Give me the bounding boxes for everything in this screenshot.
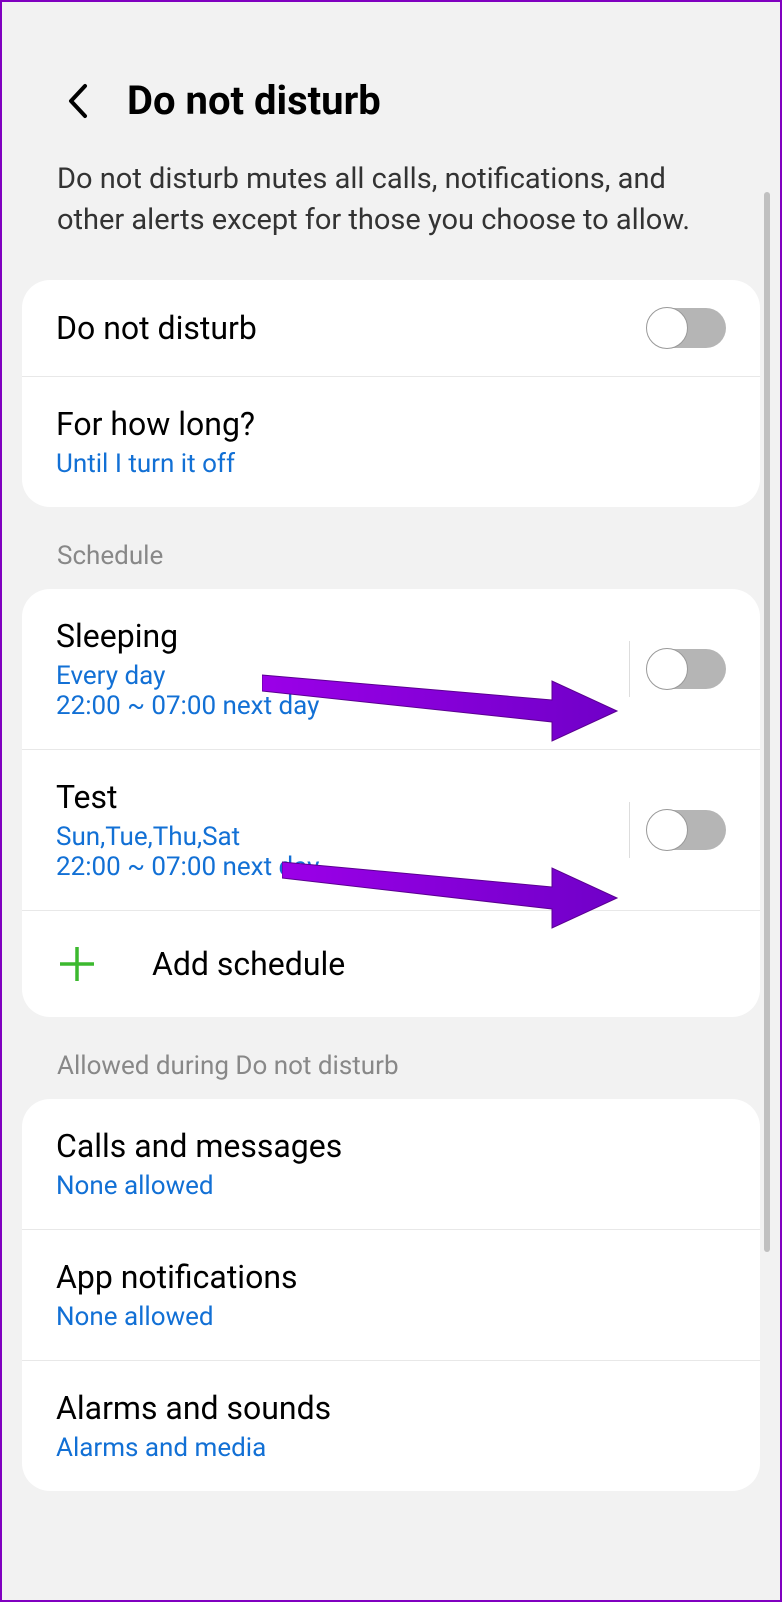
divider: [629, 641, 630, 697]
duration-row[interactable]: For how long? Until I turn it off: [22, 377, 760, 507]
apps-value: None allowed: [56, 1302, 726, 1332]
duration-label: For how long?: [56, 405, 726, 443]
alarms-label: Alarms and sounds: [56, 1389, 726, 1427]
main-settings-card: Do not disturb For how long? Until I tur…: [22, 280, 760, 507]
schedule-section-label: Schedule: [2, 507, 780, 589]
page-description: Do not disturb mutes all calls, notifica…: [2, 144, 780, 280]
schedule-row-test[interactable]: Test Sun,Tue,Thu,Sat 22:00 ~ 07:00 next …: [22, 750, 760, 911]
schedule-time: 22:00 ~ 07:00 next day: [56, 691, 611, 721]
apps-label: App notifications: [56, 1258, 726, 1296]
dnd-toggle-label: Do not disturb: [56, 309, 648, 347]
dnd-toggle-row[interactable]: Do not disturb: [22, 280, 760, 377]
test-toggle[interactable]: [648, 810, 726, 850]
divider: [629, 802, 630, 858]
alarms-row[interactable]: Alarms and sounds Alarms and media: [22, 1361, 760, 1491]
page-title: Do not disturb: [127, 77, 381, 124]
scrollbar[interactable]: [764, 192, 770, 1252]
add-schedule-label: Add schedule: [152, 945, 345, 983]
schedule-name: Sleeping: [56, 617, 611, 655]
chevron-left-icon: [66, 83, 88, 119]
calls-value: None allowed: [56, 1171, 726, 1201]
schedule-days: Every day: [56, 661, 611, 691]
allowed-card: Calls and messages None allowed App noti…: [22, 1099, 760, 1491]
dnd-toggle[interactable]: [648, 308, 726, 348]
schedule-name: Test: [56, 778, 611, 816]
plus-icon: [56, 943, 98, 985]
header: Do not disturb: [2, 2, 780, 144]
schedule-time: 22:00 ~ 07:00 next day: [56, 852, 611, 882]
sleeping-toggle[interactable]: [648, 649, 726, 689]
schedule-card: Sleeping Every day 22:00 ~ 07:00 next da…: [22, 589, 760, 1017]
calls-label: Calls and messages: [56, 1127, 726, 1165]
back-button[interactable]: [57, 81, 97, 121]
add-schedule-row[interactable]: Add schedule: [22, 911, 760, 1017]
schedule-days: Sun,Tue,Thu,Sat: [56, 822, 611, 852]
alarms-value: Alarms and media: [56, 1433, 726, 1463]
calls-row[interactable]: Calls and messages None allowed: [22, 1099, 760, 1230]
apps-row[interactable]: App notifications None allowed: [22, 1230, 760, 1361]
schedule-row-sleeping[interactable]: Sleeping Every day 22:00 ~ 07:00 next da…: [22, 589, 760, 750]
allowed-section-label: Allowed during Do not disturb: [2, 1017, 780, 1099]
duration-value: Until I turn it off: [56, 449, 726, 479]
